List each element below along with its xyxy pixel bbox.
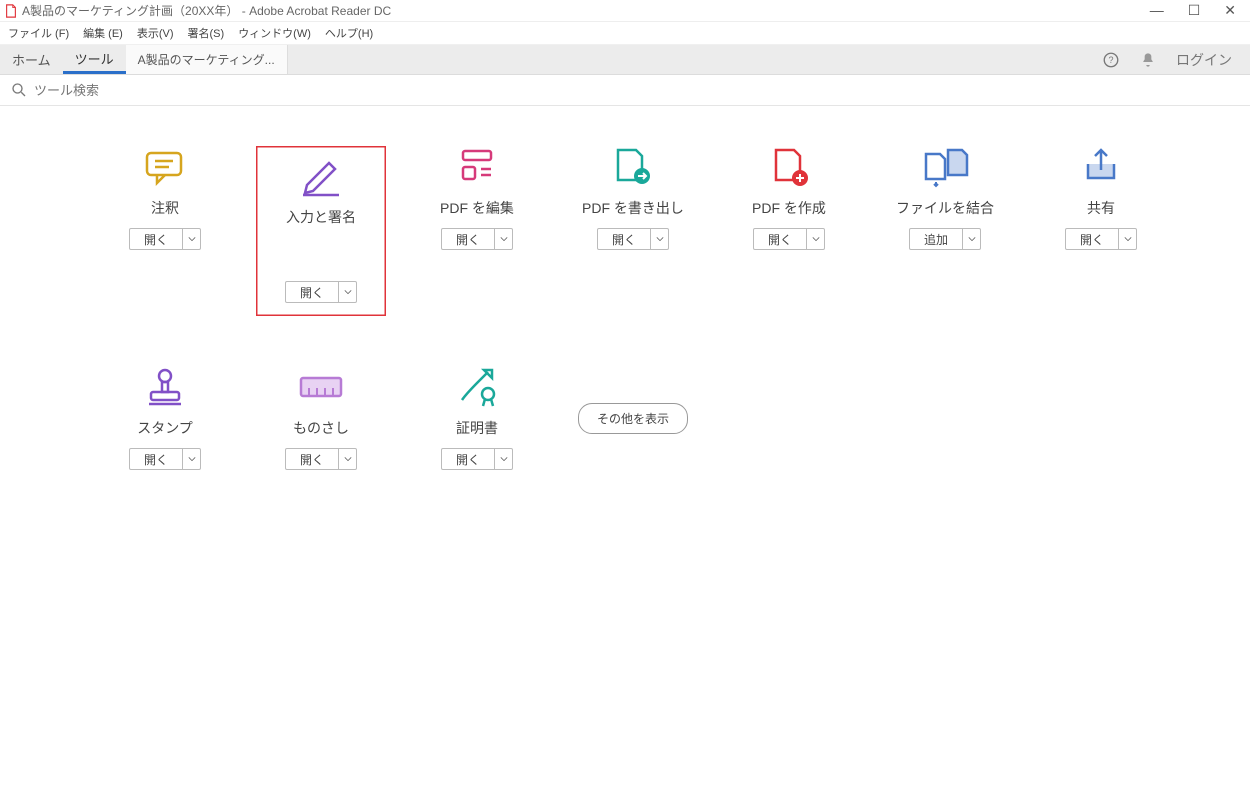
window-title: A製品のマーケティング計画（20XX年） - Adobe Acrobat Rea… — [22, 2, 1140, 19]
tab-home[interactable]: ホーム — [0, 45, 63, 74]
create-pdf-icon — [764, 146, 814, 188]
tool-stamp[interactable]: スタンプ 開く — [100, 366, 230, 470]
app-pdf-icon — [4, 4, 18, 18]
tool-label: ファイルを結合 — [896, 198, 994, 218]
svg-text:?: ? — [1108, 55, 1113, 65]
chevron-down-icon[interactable] — [1118, 229, 1136, 249]
ruler-icon — [296, 366, 346, 408]
tab-document[interactable]: A製品のマーケティング... — [126, 45, 288, 74]
tool-label: スタンプ — [137, 418, 193, 438]
search-icon — [10, 81, 28, 99]
add-button[interactable]: 追加 — [909, 228, 981, 250]
tool-label: 証明書 — [456, 418, 498, 438]
tool-share[interactable]: 共有 開く — [1036, 146, 1166, 316]
tool-search-input[interactable] — [34, 83, 434, 98]
tool-certificate[interactable]: 証明書 開く — [412, 366, 542, 470]
edit-pdf-icon — [452, 146, 502, 188]
bell-icon[interactable] — [1140, 52, 1156, 68]
open-button[interactable]: 開く — [597, 228, 669, 250]
window-controls: — ☐ ✕ — [1140, 2, 1246, 19]
open-button[interactable]: 開く — [129, 448, 201, 470]
tool-label: 入力と署名 — [286, 207, 356, 227]
tool-combine[interactable]: ファイルを結合 追加 — [880, 146, 1010, 316]
chevron-down-icon[interactable] — [650, 229, 668, 249]
help-icon[interactable]: ? — [1102, 51, 1120, 69]
tool-fill-sign[interactable]: 入力と署名 開く — [256, 146, 386, 316]
menu-help[interactable]: ヘルプ(H) — [323, 23, 375, 43]
export-pdf-icon — [608, 146, 658, 188]
open-button[interactable]: 開く — [1065, 228, 1137, 250]
maximize-button[interactable]: ☐ — [1188, 2, 1201, 19]
menubar: ファイル (F) 編集 (E) 表示(V) 署名(S) ウィンドウ(W) ヘルプ… — [0, 22, 1250, 45]
tool-measure[interactable]: ものさし 開く — [256, 366, 386, 470]
tool-comment[interactable]: 注釈 開く — [100, 146, 230, 316]
chevron-down-icon[interactable] — [182, 449, 200, 469]
chevron-down-icon[interactable] — [806, 229, 824, 249]
open-button[interactable]: 開く — [285, 281, 357, 303]
tool-label: 共有 — [1087, 198, 1115, 218]
menu-edit[interactable]: 編集 (E) — [81, 23, 125, 43]
chevron-down-icon[interactable] — [494, 229, 512, 249]
share-icon — [1076, 146, 1126, 188]
menu-sign[interactable]: 署名(S) — [186, 23, 227, 43]
tab-tools[interactable]: ツール — [63, 45, 126, 74]
combine-icon — [920, 146, 970, 188]
tool-search-row — [0, 75, 1250, 106]
fill-sign-icon — [296, 155, 346, 197]
comment-icon — [140, 146, 190, 188]
login-link[interactable]: ログイン — [1176, 50, 1232, 70]
open-button[interactable]: 開く — [129, 228, 201, 250]
chevron-down-icon[interactable] — [338, 282, 356, 302]
stamp-icon — [140, 366, 190, 408]
top-tabs: ホーム ツール A製品のマーケティング... ? ログイン — [0, 45, 1250, 75]
chevron-down-icon[interactable] — [338, 449, 356, 469]
tool-label: PDF を書き出し — [582, 198, 684, 218]
chevron-down-icon[interactable] — [494, 449, 512, 469]
tool-edit-pdf[interactable]: PDF を編集 開く — [412, 146, 542, 316]
certificate-icon — [452, 366, 502, 408]
open-button[interactable]: 開く — [441, 228, 513, 250]
open-button[interactable]: 開く — [441, 448, 513, 470]
show-more-button[interactable]: その他を表示 — [578, 403, 688, 434]
tool-label: ものさし — [293, 418, 349, 438]
menu-view[interactable]: 表示(V) — [135, 23, 176, 43]
tool-label: PDF を編集 — [440, 198, 514, 218]
open-button[interactable]: 開く — [753, 228, 825, 250]
tool-label: 注釈 — [151, 198, 179, 218]
minimize-button[interactable]: — — [1150, 2, 1164, 19]
chevron-down-icon[interactable] — [962, 229, 980, 249]
close-button[interactable]: ✕ — [1224, 2, 1236, 19]
tool-label: PDF を作成 — [752, 198, 826, 218]
tool-create-pdf[interactable]: PDF を作成 開く — [724, 146, 854, 316]
menu-window[interactable]: ウィンドウ(W) — [236, 23, 313, 43]
tools-panel: 注釈 開く 入力と署名 開く PDF を編集 開く PDF を書き出し 開く — [0, 106, 1250, 510]
menu-file[interactable]: ファイル (F) — [6, 23, 71, 43]
tool-export-pdf[interactable]: PDF を書き出し 開く — [568, 146, 698, 316]
open-button[interactable]: 開く — [285, 448, 357, 470]
titlebar: A製品のマーケティング計画（20XX年） - Adobe Acrobat Rea… — [0, 0, 1250, 22]
chevron-down-icon[interactable] — [182, 229, 200, 249]
